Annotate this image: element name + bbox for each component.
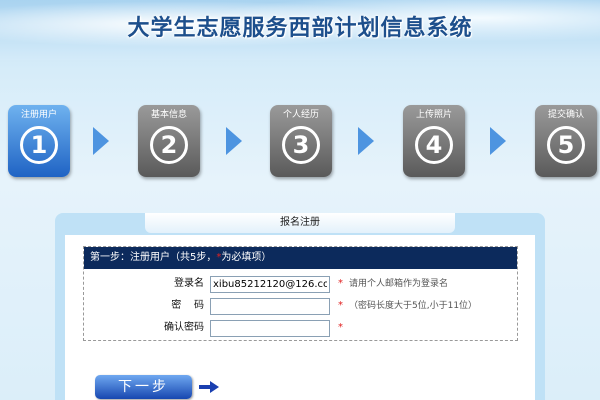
password-input[interactable] xyxy=(210,298,330,315)
step-number: 3 xyxy=(282,126,320,164)
login-name-label: 登录名 xyxy=(174,278,204,289)
step-number: 2 xyxy=(150,126,188,164)
step-number: 5 xyxy=(547,126,585,164)
step-label: 上传照片 xyxy=(415,110,452,120)
step-5: 提交确认 5 xyxy=(535,105,597,177)
step-progress: 注册用户 1 基本信息 2 个人经历 3 上传照片 4 提交确认 5 xyxy=(0,105,600,180)
login-name-hint: 请用个人邮箱作为登录名 xyxy=(349,279,449,289)
step-number: 4 xyxy=(415,126,453,164)
step-4: 上传照片 4 xyxy=(403,105,465,177)
step-label: 注册用户 xyxy=(20,110,57,120)
header-banner: 大学生志愿服务西部计划信息系统 xyxy=(0,0,600,60)
confirm-password-input[interactable] xyxy=(210,320,330,337)
password-label: 密 码 xyxy=(171,300,204,311)
arrow-right-icon xyxy=(490,127,506,155)
required-marker: * xyxy=(338,300,343,311)
registration-form: 第一步：注册用户（共5步，*为必填项） 登录名 * 请用个人邮箱作为登录名 密 … xyxy=(83,246,518,341)
arrow-right-icon xyxy=(199,381,219,393)
form-heading-text: 第一步：注册用户（共5步， xyxy=(90,252,217,263)
password-row: 密 码 * （密码长度大于5位,小于11位） xyxy=(84,296,519,316)
step-1: 注册用户 1 xyxy=(8,105,70,177)
panel-body: 第一步：注册用户（共5步，*为必填项） 登录名 * 请用个人邮箱作为登录名 密 … xyxy=(65,235,535,400)
password-hint: （密码长度大于5位,小于11位） xyxy=(349,301,478,311)
registration-panel: 报名注册 第一步：注册用户（共5步，*为必填项） 登录名 * 请用个人邮箱作为登… xyxy=(55,213,545,400)
next-step-button[interactable]: 下一步 xyxy=(95,375,192,399)
step-label: 个人经历 xyxy=(282,110,319,120)
panel-title: 报名注册 xyxy=(145,213,455,233)
step-label: 提交确认 xyxy=(547,110,584,120)
step-3: 个人经历 3 xyxy=(270,105,332,177)
arrow-right-icon xyxy=(358,127,374,155)
arrow-right-icon xyxy=(226,127,242,155)
step-label: 基本信息 xyxy=(150,110,187,120)
step-number: 1 xyxy=(20,126,58,164)
confirm-password-label: 确认密码 xyxy=(164,322,204,333)
form-heading-suffix: 为必填项） xyxy=(221,252,272,263)
confirm-password-row: 确认密码 * xyxy=(84,318,519,338)
form-heading: 第一步：注册用户（共5步，*为必填项） xyxy=(84,247,517,269)
login-name-row: 登录名 * 请用个人邮箱作为登录名 xyxy=(84,274,519,294)
arrow-right-icon xyxy=(93,127,109,155)
required-marker: * xyxy=(338,322,343,333)
page-title: 大学生志愿服务西部计划信息系统 xyxy=(127,16,473,41)
step-2: 基本信息 2 xyxy=(138,105,200,177)
login-name-input[interactable] xyxy=(210,276,330,293)
required-marker: * xyxy=(338,278,343,289)
